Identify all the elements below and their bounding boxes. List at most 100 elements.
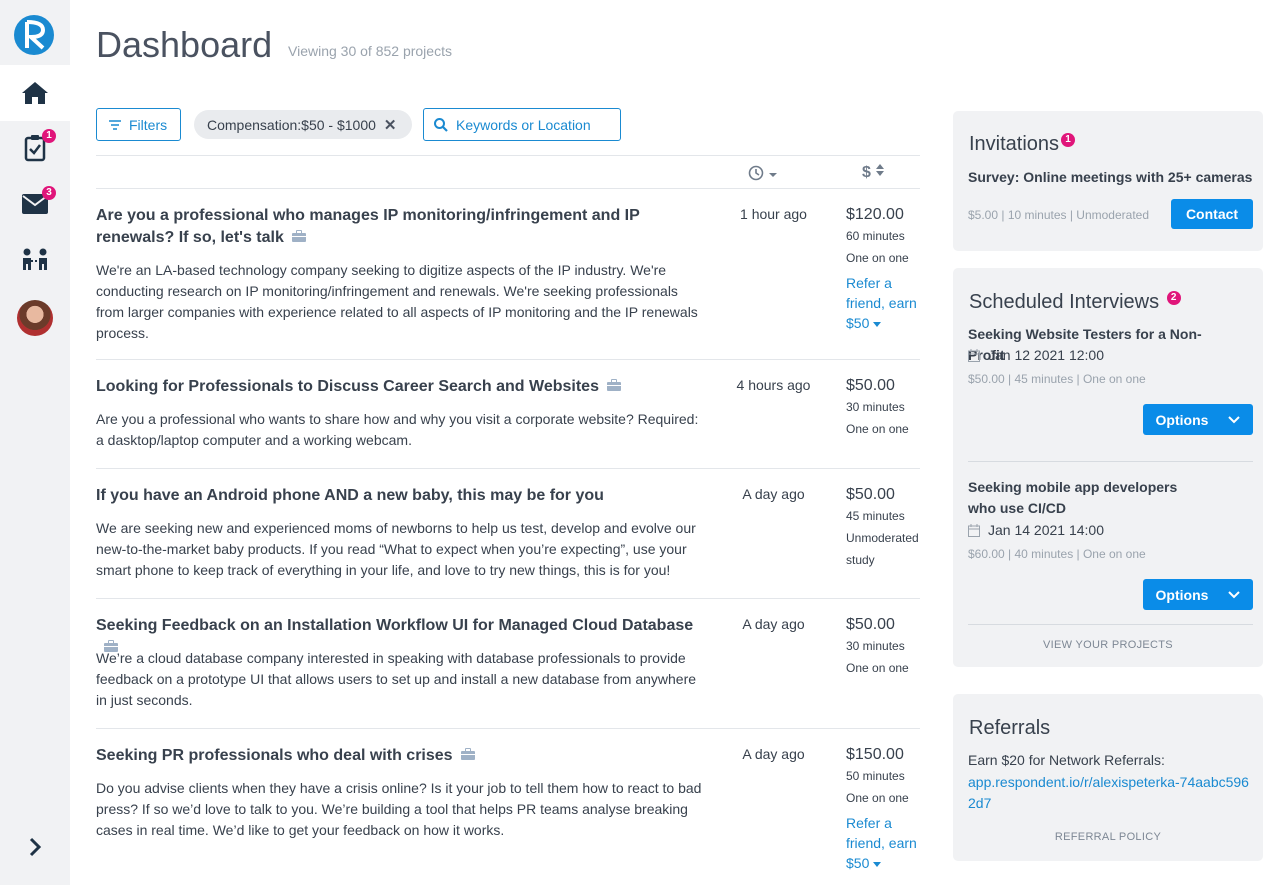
compensation-filter-chip: Compensation: $50 - $1000 ✕ (194, 110, 412, 139)
project-title[interactable]: If you have an Android phone AND a new b… (96, 485, 706, 507)
interview-title[interactable]: Seeking mobile app developers who use CI… (968, 477, 1208, 519)
chip-value: $50 - $1000 (301, 116, 376, 133)
view-projects-link[interactable]: VIEW YOUR PROJECTS (953, 639, 1263, 651)
pay-type: Unmoderated study (846, 531, 919, 567)
chevron-down-icon (1228, 590, 1241, 598)
logo-icon[interactable] (13, 14, 55, 56)
divider (968, 624, 1253, 625)
project-pay: $150.00 50 minutes One on one Refer a fr… (846, 745, 926, 873)
chip-key: Compensation: (207, 116, 302, 133)
invitations-badge: 1 (1061, 133, 1076, 147)
contact-button[interactable]: Contact (1171, 199, 1253, 229)
sort-by-time-button[interactable] (748, 165, 778, 186)
clock-icon (748, 165, 777, 181)
sort-arrows-icon (876, 164, 885, 176)
options-button[interactable]: Options (1143, 404, 1253, 435)
sidebar: 1 3 (0, 0, 70, 885)
project-pay: $120.00 60 minutes One on one Refer a fr… (846, 205, 926, 333)
pay-duration: 45 minutes (846, 509, 905, 523)
filters-button[interactable]: Filters (96, 108, 181, 141)
refer-friend-link[interactable]: Refer a friend, earn $50 (846, 813, 926, 873)
sidebar-item-projects[interactable]: 1 (0, 120, 70, 176)
chevron-right-icon (29, 837, 42, 857)
project-row[interactable]: Are you a professional who manages IP mo… (96, 189, 920, 360)
options-button[interactable]: Options (1143, 579, 1253, 610)
scheduled-interviews-card: Scheduled Interviews 2 Seeking Website T… (953, 268, 1263, 667)
search-box (423, 108, 621, 141)
chevron-down-icon (1228, 415, 1241, 423)
pay-type: One on one (846, 251, 909, 265)
pay-amount: $120.00 (846, 206, 904, 223)
project-row[interactable]: Seeking PR professionals who deal with c… (96, 729, 920, 889)
briefcase-icon (606, 376, 621, 398)
invitation-title[interactable]: Survey: Online meetings with 25+ cameras (968, 167, 1252, 188)
project-row[interactable]: Seeking Feedback on an Installation Work… (96, 599, 920, 729)
sidebar-expand-button[interactable] (0, 820, 70, 874)
referrals-card: Referrals Earn $20 for Network Referrals… (953, 694, 1263, 861)
page-title: Dashboard (96, 24, 273, 65)
interview-date: Jan 14 2021 14:00 (968, 522, 1104, 538)
dollar-icon: $ (862, 164, 871, 181)
pay-type: One on one (846, 661, 909, 675)
sort-by-pay-button[interactable]: $ (862, 163, 885, 182)
sidebar-item-profile[interactable] (0, 290, 70, 346)
interview-date: Jan 12 2021 12:00 (968, 347, 1104, 363)
project-time: 4 hours ago (736, 377, 811, 393)
pay-amount: $50.00 (846, 377, 895, 394)
project-pay: $50.00 30 minutes One on one (846, 615, 926, 679)
project-description: Do you advise clients when they have a c… (96, 780, 702, 838)
project-list: $ Are you a professional who manages IP … (96, 155, 920, 889)
project-row[interactable]: If you have an Android phone AND a new b… (96, 469, 920, 599)
interview-meta: $50.00 | 45 minutes | One on one (968, 372, 1146, 386)
project-title-text: Seeking Feedback on an Installation Work… (96, 617, 694, 634)
project-description: Are you a professional who wants to shar… (96, 411, 699, 448)
caret-down-icon (873, 322, 882, 327)
project-pay: $50.00 30 minutes One on one (846, 376, 926, 440)
project-time: A day ago (742, 746, 805, 762)
scheduled-title: Scheduled Interviews 2 (969, 291, 1181, 314)
referral-text: Earn $20 for Network Referrals: (968, 752, 1165, 768)
project-time: 1 hour ago (740, 206, 807, 222)
home-icon (22, 82, 48, 104)
project-title-text: Seeking PR professionals who deal with c… (96, 747, 453, 765)
project-description: We’re a cloud database company intereste… (96, 650, 697, 708)
close-icon[interactable]: ✕ (384, 116, 397, 134)
caret-down-icon (873, 862, 882, 867)
sidebar-item-network[interactable] (0, 232, 70, 288)
sidebar-item-home[interactable] (0, 65, 70, 121)
project-count: Viewing 30 of 852 projects (288, 43, 452, 59)
pay-type: One on one (846, 791, 909, 805)
invitation-meta: $5.00 | 10 minutes | Unmoderated (968, 208, 1150, 222)
project-title-text: If you have an Android phone AND a new b… (96, 487, 604, 504)
invitations-title: Invitations 1 (969, 133, 1076, 156)
refer-friend-link[interactable]: Refer a friend, earn $50 (846, 273, 926, 333)
search-input[interactable] (456, 116, 616, 133)
search-icon (434, 117, 448, 132)
referral-policy-link[interactable]: REFERRAL POLICY (953, 831, 1263, 843)
referral-url-link[interactable]: app.respondent.io/r/alexispeterka-74aabc… (968, 772, 1253, 814)
briefcase-icon (291, 227, 306, 249)
divider (968, 461, 1253, 462)
project-title[interactable]: Are you a professional who manages IP mo… (96, 205, 706, 249)
project-title-text: Looking for Professionals to Discuss Car… (96, 378, 599, 396)
project-time: A day ago (742, 616, 805, 632)
project-description: We're an LA-based technology company see… (96, 262, 698, 341)
pay-amount: $50.00 (846, 486, 895, 503)
pay-type: One on one (846, 422, 909, 436)
people-icon (23, 248, 47, 270)
project-time: A day ago (742, 486, 805, 502)
project-row[interactable]: Looking for Professionals to Discuss Car… (96, 360, 920, 469)
filter-icon (109, 119, 121, 130)
list-header: $ (96, 155, 920, 189)
project-title-text: Are you a professional who manages IP mo… (96, 207, 640, 247)
sidebar-item-messages[interactable]: 3 (0, 176, 70, 232)
pay-duration: 30 minutes (846, 400, 905, 414)
pay-amount: $50.00 (846, 616, 895, 633)
project-title[interactable]: Looking for Professionals to Discuss Car… (96, 376, 706, 398)
projects-badge: 1 (42, 129, 56, 143)
calendar-icon (968, 348, 980, 362)
briefcase-icon (460, 745, 475, 767)
invitations-card: Invitations 1 Survey: Online meetings wit… (953, 111, 1263, 251)
project-title[interactable]: Seeking PR professionals who deal with c… (96, 745, 706, 767)
scheduled-badge: 2 (1166, 291, 1181, 305)
